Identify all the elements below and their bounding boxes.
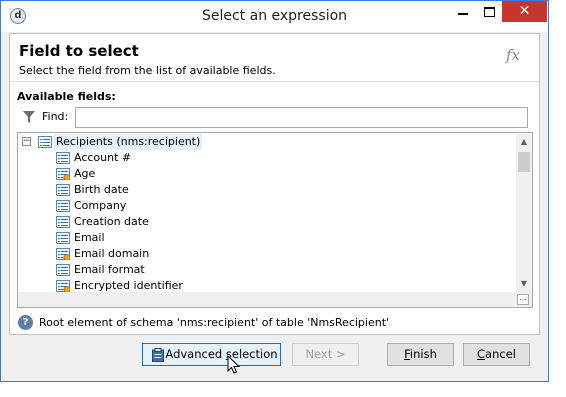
list-icon xyxy=(56,184,70,196)
tree-field-row[interactable]: Account # xyxy=(18,150,498,166)
tree-field-label: Creation date xyxy=(74,215,149,228)
tree-field-row[interactable]: Birth date xyxy=(18,182,498,198)
tree-field-row[interactable]: Email format xyxy=(18,262,498,278)
title-bar[interactable]: d Select an expression ✕ xyxy=(1,1,548,32)
tree-field-label: Email xyxy=(74,231,105,244)
tree-field-row[interactable]: Email domain xyxy=(18,246,498,262)
schema-list-icon xyxy=(38,136,52,148)
available-fields-label: Available fields: xyxy=(17,90,116,103)
advanced-label-part1: Advanced xyxy=(165,347,226,361)
scroll-down-arrow[interactable]: ▼ xyxy=(516,276,532,292)
find-input[interactable] xyxy=(75,107,528,128)
mouse-cursor-icon xyxy=(227,355,241,374)
filter-icon xyxy=(23,111,35,123)
section-subtitle: Select the field from the list of availa… xyxy=(19,64,276,77)
calculated-field-icon xyxy=(56,168,70,180)
advanced-selection-button[interactable]: Advanced selection xyxy=(142,343,281,366)
tree-root-row[interactable]: − Recipients (nms:recipient) xyxy=(18,134,498,150)
clipboard-icon xyxy=(152,348,164,362)
find-label: Find: xyxy=(42,110,69,123)
finish-button[interactable]: Finish xyxy=(387,343,454,366)
section-title: Field to select xyxy=(19,42,139,60)
tree-footer-bar xyxy=(18,292,532,307)
fx-icon: fx xyxy=(506,46,521,64)
cancel-label: ancel xyxy=(485,347,516,361)
select-expression-dialog: d Select an expression ✕ Field to select… xyxy=(0,0,549,382)
tree-field-row[interactable]: Email xyxy=(18,230,498,246)
list-icon xyxy=(56,264,70,276)
tree-field-label: Age xyxy=(74,167,96,180)
tree-root-label: Recipients (nms:recipient) xyxy=(54,134,203,150)
calculated-field-icon xyxy=(56,248,70,260)
help-text: Root element of schema 'nms:recipient' o… xyxy=(39,316,390,329)
list-icon xyxy=(56,216,70,228)
maximize-button[interactable] xyxy=(476,1,502,22)
fields-tree[interactable]: − Recipients (nms:recipient) Account # Ag… xyxy=(17,132,533,308)
list-icon xyxy=(56,232,70,244)
close-button[interactable]: ✕ xyxy=(502,1,547,22)
vertical-scrollbar[interactable]: ▲ ▼ xyxy=(516,134,532,292)
help-icon: ? xyxy=(18,315,33,330)
tree-field-label: Email format xyxy=(74,263,145,276)
cancel-button[interactable]: Cancel xyxy=(463,343,530,366)
next-button[interactable]: Next > xyxy=(292,343,359,366)
tree-field-label: Email domain xyxy=(74,247,150,260)
calculated-field-icon xyxy=(56,280,70,292)
tree-field-row[interactable]: Creation date xyxy=(18,214,498,230)
finish-label: inish xyxy=(409,347,437,361)
list-icon xyxy=(56,152,70,164)
scroll-thumb[interactable] xyxy=(518,152,530,172)
scroll-up-arrow[interactable]: ▲ xyxy=(516,134,532,150)
minimize-button[interactable] xyxy=(450,1,476,22)
list-icon xyxy=(56,200,70,212)
tree-field-label: Account # xyxy=(74,151,132,164)
collapse-toggle[interactable]: − xyxy=(22,137,31,146)
more-options-button[interactable]: ... xyxy=(517,294,529,305)
tree-field-label: Company xyxy=(74,199,127,212)
tree-field-row[interactable]: Age xyxy=(18,166,498,182)
header-divider xyxy=(10,81,539,82)
cancel-mnemonic: C xyxy=(477,347,486,361)
content-panel: Field to select Select the field from th… xyxy=(9,33,540,335)
tree-field-row[interactable]: Company xyxy=(18,198,498,214)
tree-field-label: Birth date xyxy=(74,183,129,196)
